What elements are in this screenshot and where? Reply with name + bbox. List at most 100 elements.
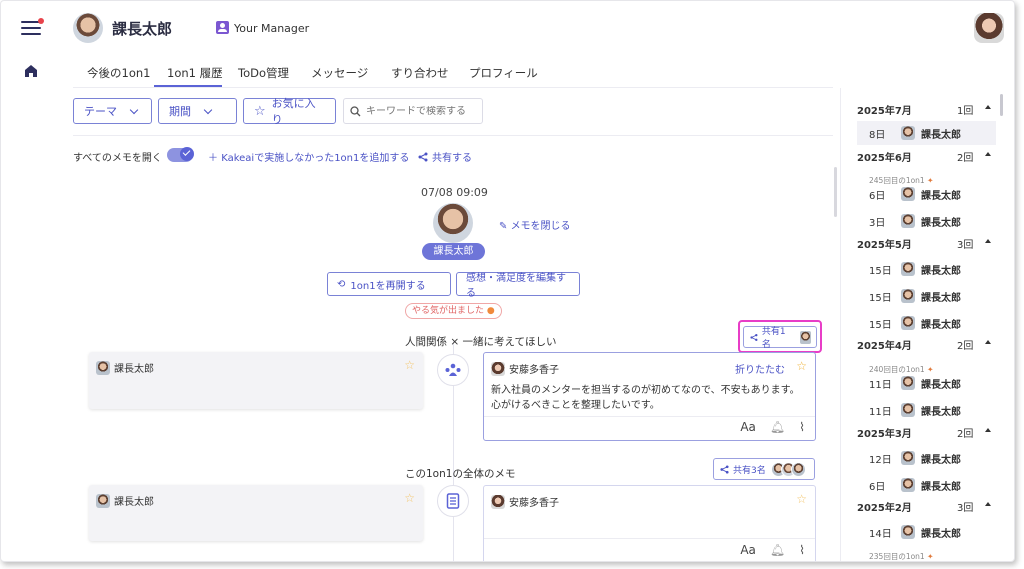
member-memo-card[interactable]: 安藤多香子 折りたたむ ☆ 新入社員のメンターを担当するのが初めてなので、不安も…	[483, 352, 816, 441]
month-header[interactable]: 2025年4月 2回	[857, 337, 993, 352]
share-count-button[interactable]: 共有3名	[713, 458, 815, 480]
history-entry[interactable]: 8日 課長太郎	[857, 121, 996, 145]
bell-icon[interactable]: 🔔︎	[770, 543, 785, 557]
entry-name: 課長太郎	[921, 129, 961, 141]
entry-day: 15日	[869, 265, 892, 277]
font-format-button[interactable]: Aa	[740, 543, 756, 557]
share-icon	[418, 152, 428, 161]
month-label: 2025年6月	[857, 153, 912, 164]
paperclip-icon[interactable]: ⌇	[799, 543, 805, 557]
entry-avatar	[901, 451, 915, 465]
month-header[interactable]: 2025年2月 3回	[857, 499, 993, 514]
history-entry[interactable]: 15日 課長太郎	[869, 289, 961, 304]
member-memo-card[interactable]: 安藤多香子 ☆ Aa 🔔︎ ⌇	[483, 485, 816, 561]
favorite-filter[interactable]: ☆ お気に入り	[243, 97, 336, 126]
history-entry[interactable]: 14日 課長太郎	[869, 525, 961, 540]
star-outline-icon[interactable]: ☆	[796, 492, 807, 506]
tab-profile[interactable]: プロフィール	[469, 65, 538, 81]
entry-avatar	[901, 376, 915, 390]
period-filter[interactable]: 期間	[158, 98, 237, 124]
entry-avatar	[901, 126, 915, 140]
card-author: 安藤多香子	[491, 361, 559, 376]
entry-avatar	[901, 403, 915, 417]
history-entry[interactable]: 12日 課長太郎	[869, 451, 961, 466]
author-avatar	[96, 360, 110, 375]
collapse-arrow-icon	[985, 239, 991, 243]
mood-label: やる気が出ました	[412, 306, 485, 316]
month-header[interactable]: 2025年7月 1回	[857, 102, 993, 117]
month-count: 2回	[957, 341, 974, 352]
search-icon	[350, 105, 361, 116]
edit-feedback-label: 感想・満足度を編集する	[466, 273, 566, 299]
collapse-arrow-icon	[985, 502, 991, 506]
star-outline-icon[interactable]: ☆	[404, 358, 415, 372]
month-header[interactable]: 2025年5月 3回	[857, 236, 993, 251]
month-count: 2回	[957, 153, 974, 164]
card-divider	[484, 538, 815, 539]
history-entry[interactable]: 15日 課長太郎	[869, 262, 961, 277]
memo-avatar	[433, 203, 473, 243]
history-icon: ⟲	[337, 278, 346, 290]
entry-name: 課長太郎	[921, 528, 961, 540]
tab-todo[interactable]: ToDo管理	[238, 65, 289, 81]
collapse-button[interactable]: 折りたたむ	[735, 361, 785, 376]
home-icon[interactable]	[24, 64, 38, 78]
font-format-button[interactable]: Aa	[740, 420, 756, 434]
card-toolbar: Aa 🔔︎ ⌇	[740, 420, 805, 434]
tab-alignment[interactable]: すり合わせ	[391, 65, 449, 81]
month-count: 1回	[957, 106, 974, 117]
add-1on1-link[interactable]: ＋ Kakeaiで実施しなかった1on1を追加する	[208, 149, 409, 164]
user-avatar[interactable]	[974, 13, 1004, 43]
panel-scrollbar[interactable]	[1000, 94, 1003, 116]
filters-divider	[73, 135, 833, 136]
edit-feedback-button[interactable]: 感想・満足度を編集する	[456, 272, 580, 299]
entry-day: 11日	[869, 406, 892, 418]
chevron-down-icon	[129, 105, 139, 114]
collapse-arrow-icon	[985, 428, 991, 432]
manager-memo-card[interactable]: 課長太郎 ☆	[89, 485, 423, 541]
month-header[interactable]: 2025年6月 2回	[857, 149, 993, 164]
search-box[interactable]	[343, 98, 483, 124]
shared-user-avatar	[790, 461, 806, 477]
tab-messages[interactable]: メッセージ	[311, 65, 368, 81]
share-link[interactable]: 共有する	[418, 149, 472, 164]
memo-text: 新入社員のメンターを担当するのが初めてなので、不安もあります。 心がけるべきこと…	[491, 383, 800, 413]
history-entry[interactable]: 11日 課長太郎	[869, 403, 961, 418]
author-name: 課長太郎	[114, 497, 154, 508]
history-entry[interactable]: 3日 課長太郎	[869, 214, 961, 229]
star-outline-icon[interactable]: ☆	[404, 491, 415, 505]
memo-person-badge: 課長太郎	[422, 243, 485, 260]
menu-icon[interactable]	[21, 18, 44, 37]
author-avatar	[491, 361, 505, 376]
history-entry[interactable]: 11日 課長太郎	[869, 376, 961, 391]
theme-filter-label: テーマ	[84, 105, 117, 118]
share-count-label: 共有3名	[733, 465, 766, 476]
mood-badge: やる気が出ました ●	[405, 303, 502, 319]
history-entry[interactable]: 6日 課長太郎	[869, 478, 961, 493]
history-entry[interactable]: 15日 課長太郎	[869, 316, 961, 331]
history-entry[interactable]: 6日 課長太郎	[869, 187, 961, 202]
share-link-label: 共有する	[432, 153, 472, 164]
entry-day: 6日	[869, 190, 886, 202]
close-memo-button[interactable]: ✎ メモを閉じる	[499, 217, 571, 232]
card-author: 安藤多香子	[491, 494, 559, 509]
milestone-label: 240回目の1on1	[869, 365, 925, 374]
entry-avatar	[901, 525, 915, 539]
bell-icon[interactable]: 🔔︎	[770, 420, 785, 434]
month-header[interactable]: 2025年3月 2回	[857, 425, 993, 440]
author-avatar	[491, 494, 505, 509]
entry-name: 課長太郎	[921, 379, 961, 391]
tab-upcoming[interactable]: 今後の1on1	[87, 65, 150, 81]
resume-1on1-button[interactable]: ⟲ 1on1を再開する	[327, 272, 451, 296]
entry-name: 課長太郎	[921, 454, 961, 466]
tab-history[interactable]: 1on1 履歴	[167, 65, 223, 81]
author-avatar	[96, 493, 110, 508]
paperclip-icon[interactable]: ⌇	[799, 420, 805, 434]
theme-filter[interactable]: テーマ	[73, 98, 152, 124]
manager-memo-card[interactable]: 課長太郎 ☆	[89, 352, 423, 409]
entry-day: 15日	[869, 319, 892, 331]
main-scrollbar[interactable]	[834, 167, 837, 217]
open-all-toggle[interactable]	[167, 147, 194, 162]
search-input[interactable]	[366, 105, 476, 117]
star-icon[interactable]: ☆	[796, 359, 807, 373]
